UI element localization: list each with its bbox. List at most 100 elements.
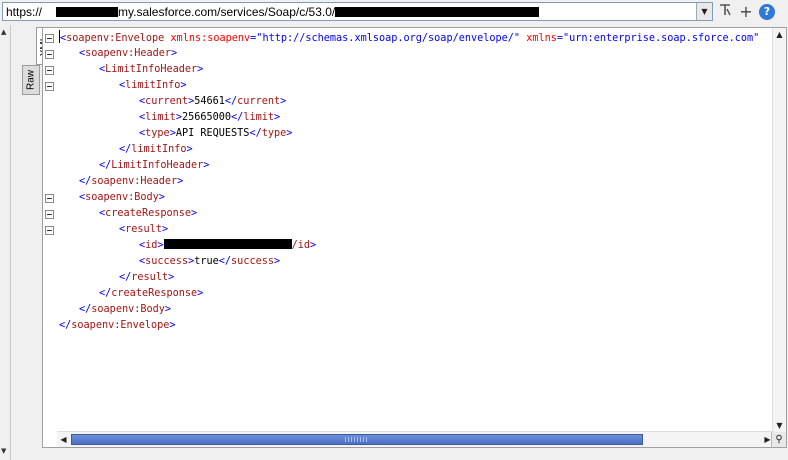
xml-line: </createResponse> [59,286,759,302]
chevron-down-icon: ▼ [1,447,7,455]
xml-token: " [753,33,760,44]
xml-line: <soapenv:Header> [59,46,759,62]
magnifier-icon[interactable]: ⚲ [771,432,786,447]
xml-token: limit [145,112,176,123]
xml-token: </ [119,144,132,155]
xml-token: > [168,272,175,283]
xml-token: 25665000 [181,112,232,123]
xml-token: > [161,224,169,235]
xml-token: </ [99,160,112,171]
horizontal-scroll-thumb[interactable] [71,434,643,445]
collapse-icon[interactable] [45,82,54,91]
xml-token: > [197,288,204,299]
xml-token: current [237,96,281,107]
xml-token: http://schemas.xmlsoap.org/soap/envelope… [262,33,514,44]
xml-line: <result> [59,222,759,238]
xml-viewer[interactable]: <soapenv:Envelope xmlns:soapenv="http://… [42,27,787,448]
collapse-icon[interactable] [45,50,54,59]
xml-token: soapenv:Header [91,176,178,187]
xml-token: result [125,224,162,235]
xml-token: </ [218,256,232,267]
xml-token: </ [119,272,132,283]
collapse-icon[interactable] [45,210,54,219]
bookmark-icon[interactable] [716,3,734,21]
xml-token: > [273,112,281,123]
xml-token: success [145,256,189,267]
collapse-icon[interactable] [45,34,54,43]
scroll-down-icon[interactable]: ▼ [773,419,786,432]
xml-line: <limitInfo> [59,78,759,94]
xml-token: =" [556,33,570,44]
xml-token: /id [291,240,310,251]
left-splitter[interactable]: ▲ ▼ [0,25,11,460]
xml-token: createResponse [105,208,192,219]
xml-token: soapenv:Envelope [66,33,165,44]
xml-line: </soapenv:Envelope> [59,318,759,334]
xml-token: type [145,128,170,139]
xml-token: 54661 [194,96,225,107]
xml-token: > [280,96,287,107]
chevron-up-icon: ▲ [1,28,7,36]
scroll-up-icon[interactable]: ▲ [773,28,786,41]
xml-token: > [171,48,178,59]
xml-token: > [286,128,293,139]
fold-gutter [43,28,57,447]
xml-token: > [273,256,281,267]
xml-token: limitInfo [125,80,181,91]
xml-token: xmlns:soapenv [170,33,251,44]
horizontal-scrollbar[interactable]: ◀ ▶ [57,431,774,447]
xml-token: createResponse [111,288,198,299]
xml-token: soapenv:Envelope [71,320,170,331]
url-dropdown-button[interactable]: ▼ [696,3,712,20]
scroll-left-icon[interactable]: ◀ [57,433,70,446]
xml-token: success [231,256,274,267]
xml-token: =" [250,33,263,44]
url-redaction [335,7,540,17]
help-icon[interactable]: ? [759,4,775,20]
xml-line: <createResponse> [59,206,759,222]
xml-line: </soapenv:Header> [59,174,759,190]
xml-token: LimitInfoHeader [111,160,204,171]
xml-token: soapenv:Header [85,48,172,59]
xml-content[interactable]: <soapenv:Envelope xmlns:soapenv="http://… [59,30,759,334]
xml-token: </ [249,128,262,139]
xml-line: <current>54661</current> [59,94,759,110]
tab-raw[interactable]: Raw [22,65,40,95]
xml-line: <LimitInfoHeader> [59,62,759,78]
collapse-icon[interactable] [45,226,54,235]
xml-token: > [191,208,198,219]
xml-token: current [145,96,189,107]
xml-token: urn:enterprise.soap.sforce.com [569,33,754,44]
xml-line: <id>/id> [59,238,759,254]
xml-line: <limit>25665000</limit> [59,110,759,126]
plus-icon[interactable]: + [737,3,755,21]
tab-raw-label: Raw [25,69,37,91]
xml-token: soapenv:Body [85,192,159,203]
xml-token: > [177,176,184,187]
xml-token: xmlns [526,33,557,44]
url-input[interactable]: https:// my.salesforce.com/services/Soap/… [2,2,713,21]
xml-token: > [203,160,210,171]
xml-token: </ [231,112,244,123]
xml-token: > [169,320,176,331]
xml-token: id [145,240,158,251]
xml-token: LimitInfoHeader [105,64,198,75]
xml-token: API REQUESTS [175,128,250,139]
vertical-scrollbar[interactable]: ▲ ▼ [772,28,786,432]
xml-token: limitInfo [131,144,187,155]
xml-token: > [158,192,165,203]
url-text: https:// my.salesforce.com/services/Soap/… [6,5,540,19]
xml-line: <soapenv:Body> [59,190,759,206]
xml-token: > [186,144,193,155]
xml-line: <type>API REQUESTS</type> [59,126,759,142]
address-bar: https:// my.salesforce.com/services/Soap/… [0,0,788,25]
collapse-icon[interactable] [45,66,54,75]
xml-token: </ [79,304,92,315]
xml-token: result [131,272,169,283]
xml-token: > [164,304,172,315]
xml-line: <soapenv:Envelope xmlns:soapenv="http://… [59,30,759,46]
grip-icon [345,437,369,442]
collapse-icon[interactable] [45,194,54,203]
id-redaction [163,239,292,249]
xml-line: </limitInfo> [59,142,759,158]
